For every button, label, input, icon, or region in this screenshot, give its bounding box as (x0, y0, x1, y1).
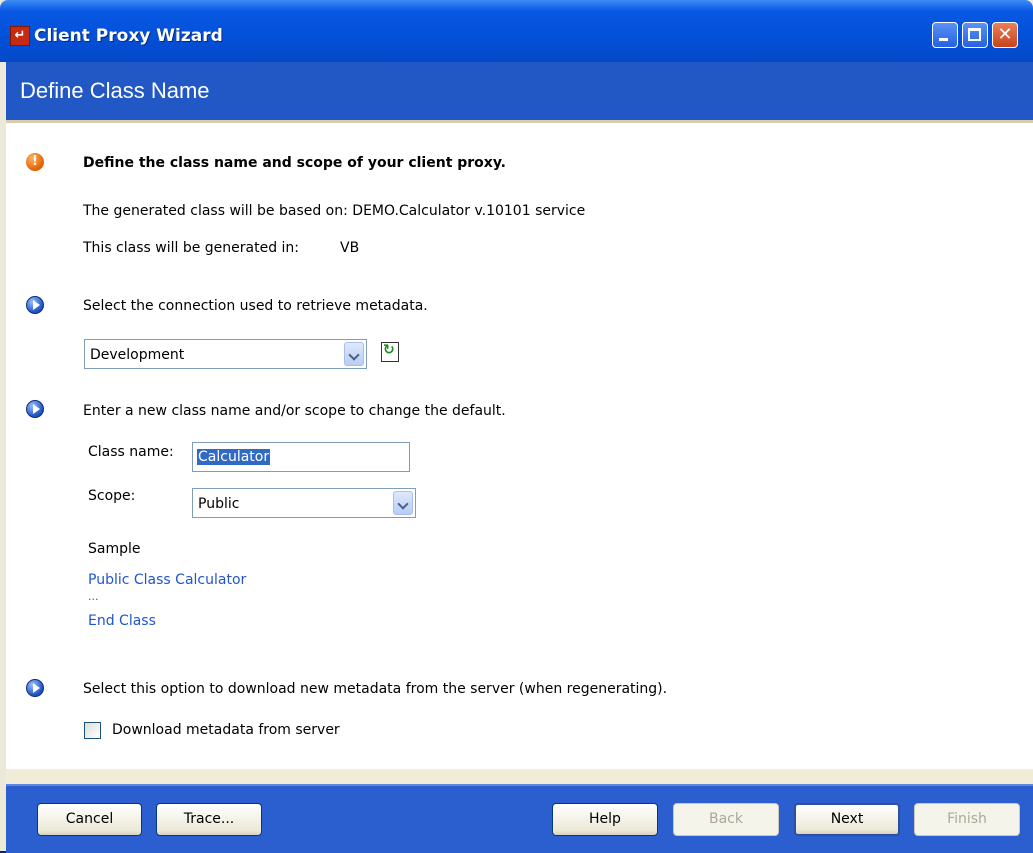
sample-line-3: End Class (88, 613, 156, 629)
intro-heading: Define the class name and scope of your … (83, 155, 506, 171)
class-name-label: Class name: (88, 444, 174, 460)
refresh-connection-icon[interactable] (381, 342, 399, 362)
wizard-app-icon[interactable]: ↵ (10, 26, 30, 46)
trace-button[interactable]: Trace... (156, 803, 262, 836)
class-instruction: Enter a new class name and/or scope to c… (83, 403, 506, 419)
step-arrow-icon (26, 296, 44, 314)
sample-line-1: Public Class Calculator (88, 572, 247, 588)
window-title: Client Proxy Wizard (34, 26, 223, 46)
maximize-icon (968, 28, 981, 41)
help-button[interactable]: Help (552, 803, 658, 836)
wizard-header: Define Class Name (6, 62, 1033, 123)
scope-dropdown[interactable]: Public (192, 488, 416, 518)
class-name-input[interactable]: Calculator (192, 442, 410, 472)
download-metadata-checkbox[interactable] (84, 722, 101, 739)
wizard-window: ↵ Client Proxy Wizard ✕ Define Class Nam… (0, 0, 1033, 853)
close-button[interactable]: ✕ (992, 22, 1018, 48)
footer-separator (6, 769, 1033, 784)
maximize-button[interactable] (962, 22, 988, 48)
title-bar[interactable]: ↵ Client Proxy Wizard ✕ (0, 0, 1033, 62)
back-button[interactable]: Back (673, 803, 779, 836)
scope-dropdown-value: Public (198, 496, 240, 512)
next-button[interactable]: Next (794, 803, 900, 836)
sample-label: Sample (88, 541, 141, 557)
info-icon: ! (26, 153, 44, 171)
connection-instruction: Select the connection used to retrieve m… (83, 298, 428, 314)
step-arrow-icon (26, 679, 44, 697)
minimize-button[interactable] (932, 22, 958, 48)
close-icon: ✕ (997, 24, 1013, 45)
download-instruction: Select this option to download new metad… (83, 681, 668, 697)
wizard-content: ! Define the class name and scope of you… (6, 123, 1033, 769)
based-on-text: The generated class will be based on: DE… (83, 203, 586, 219)
download-metadata-label[interactable]: Download metadata from server (112, 722, 340, 738)
chevron-down-icon[interactable] (393, 491, 413, 515)
generated-in-language: VB (340, 240, 360, 256)
scope-label: Scope: (88, 488, 136, 504)
step-arrow-icon (26, 400, 44, 418)
minimize-icon (939, 38, 948, 41)
connection-dropdown-value: Development (90, 347, 185, 363)
finish-button[interactable]: Finish (914, 803, 1020, 836)
generated-in-label: This class will be generated in: (83, 240, 300, 256)
sample-line-2: ... (88, 590, 99, 603)
connection-dropdown[interactable]: Development (84, 339, 367, 369)
page-title: Define Class Name (20, 78, 210, 103)
cancel-button[interactable]: Cancel (37, 803, 142, 836)
class-name-value: Calculator (197, 449, 271, 465)
chevron-down-icon[interactable] (344, 342, 364, 366)
wizard-footer: Cancel Trace... Help Back Next Finish (6, 784, 1033, 853)
